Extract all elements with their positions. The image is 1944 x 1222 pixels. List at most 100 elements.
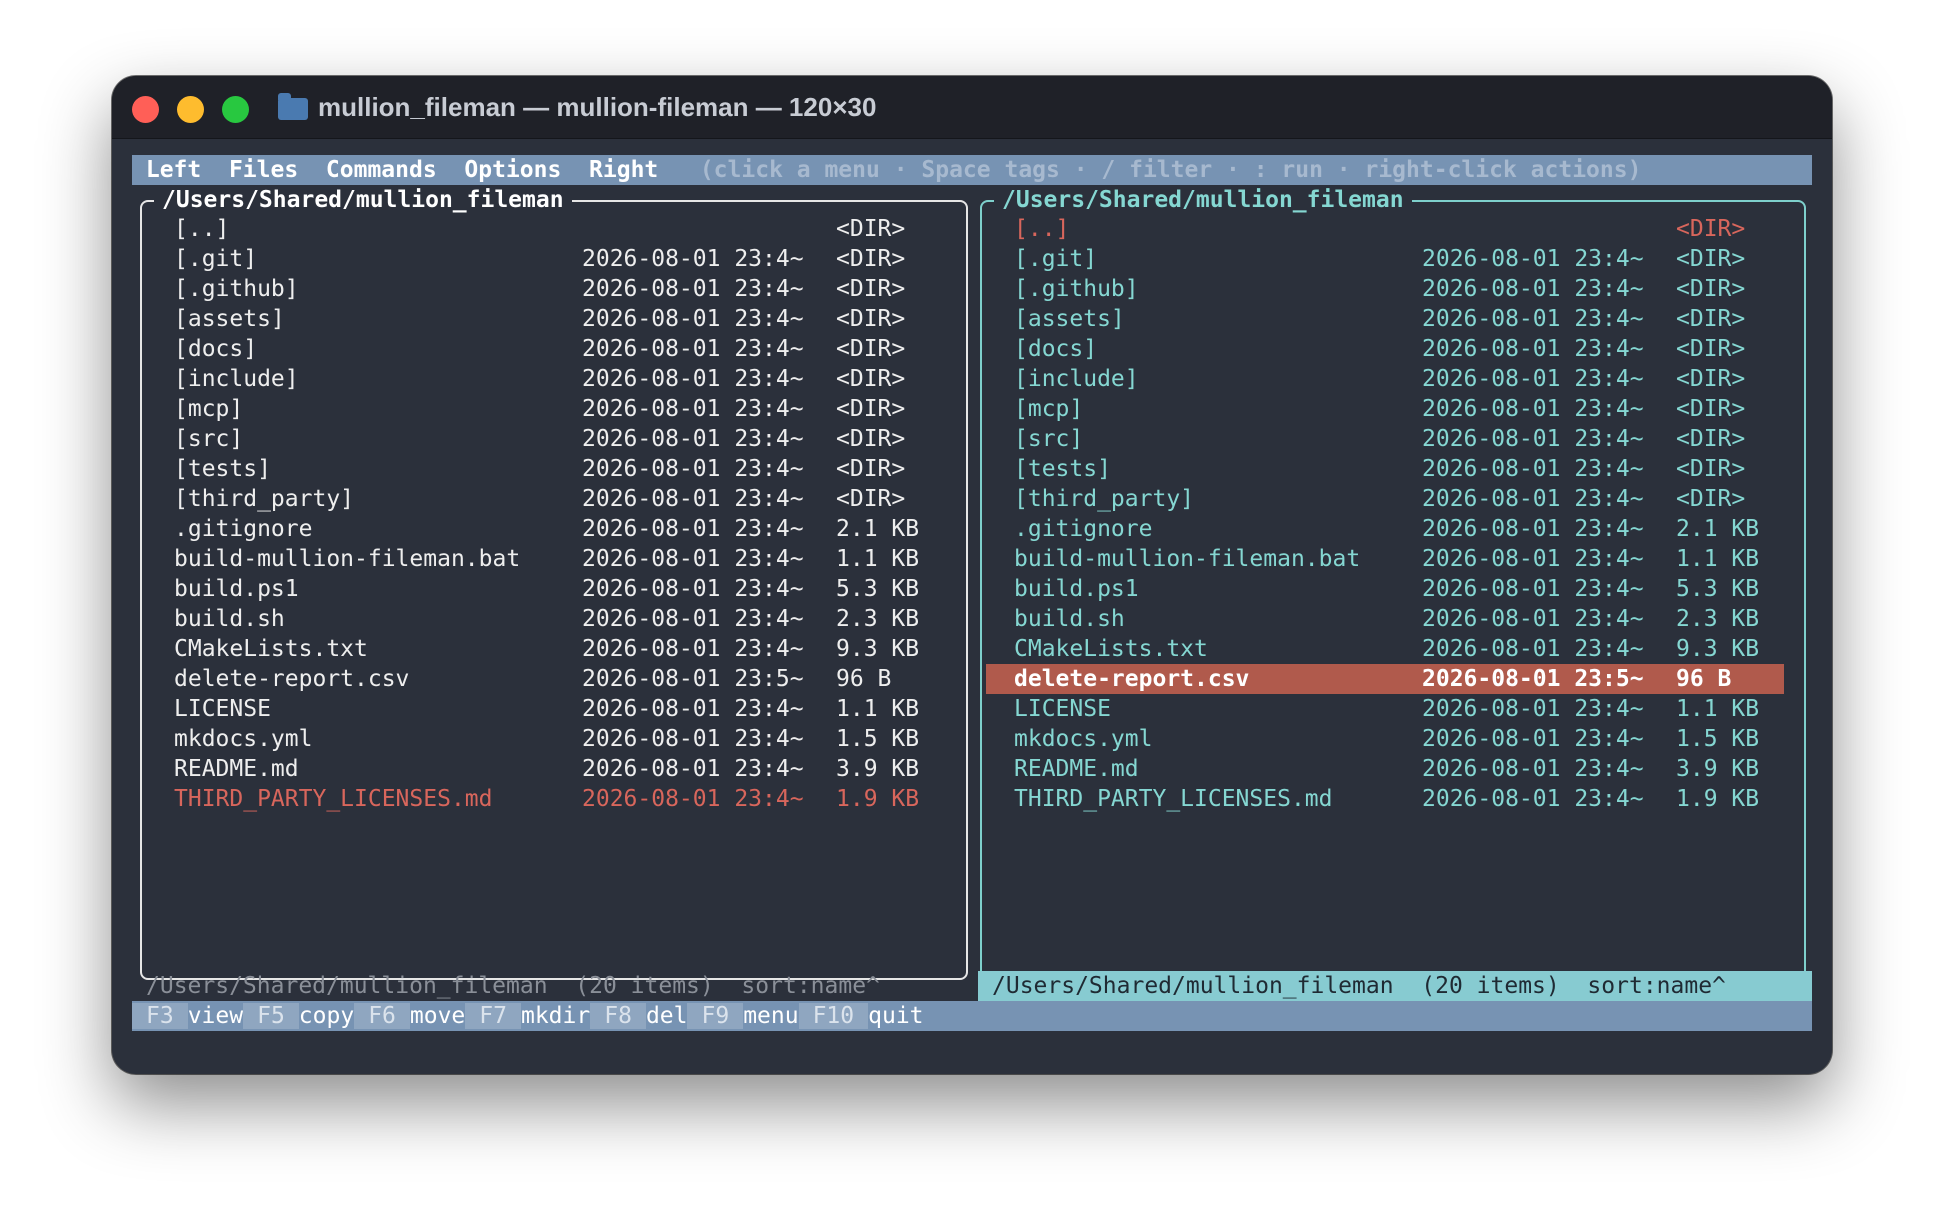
file-row[interactable]: [docs] 2026-08-01 23:4~ <DIR>: [142, 334, 966, 364]
minimize-button[interactable]: [177, 96, 204, 123]
file-row[interactable]: LICENSE 2026-08-01 23:4~ 1.1 KB: [142, 694, 966, 724]
file-size: <DIR>: [1676, 426, 1746, 452]
file-row[interactable]: .gitignore 2026-08-01 23:4~ 2.1 KB: [142, 514, 966, 544]
file-row[interactable]: README.md 2026-08-01 23:4~ 3.9 KB: [982, 754, 1804, 784]
file-date: 2026-08-01 23:4~: [582, 726, 804, 752]
file-row[interactable]: LICENSE 2026-08-01 23:4~ 1.1 KB: [982, 694, 1804, 724]
file-date: 2026-08-01 23:4~: [1422, 696, 1644, 722]
file-name: [mcp]: [174, 396, 244, 422]
file-date: 2026-08-01 23:4~: [582, 426, 804, 452]
file-size: <DIR>: [836, 276, 906, 302]
file-row[interactable]: [tests] 2026-08-01 23:4~ <DIR>: [142, 454, 966, 484]
close-button[interactable]: [132, 96, 159, 123]
file-row[interactable]: [docs] 2026-08-01 23:4~ <DIR>: [982, 334, 1804, 364]
file-row[interactable]: [assets] 2026-08-01 23:4~ <DIR>: [982, 304, 1804, 334]
file-row[interactable]: delete-report.csv 2026-08-01 23:5~ 96 B: [142, 664, 966, 694]
file-name: README.md: [174, 756, 299, 782]
file-name: .gitignore: [1014, 516, 1153, 542]
file-row[interactable]: [.git] 2026-08-01 23:4~ <DIR>: [982, 244, 1804, 274]
file-name: THIRD_PARTY_LICENSES.md: [174, 786, 493, 812]
file-row[interactable]: [assets] 2026-08-01 23:4~ <DIR>: [142, 304, 966, 334]
file-row[interactable]: README.md 2026-08-01 23:4~ 3.9 KB: [142, 754, 966, 784]
file-size: 1.9 KB: [1676, 786, 1760, 812]
file-row[interactable]: [third_party] 2026-08-01 23:4~ <DIR>: [982, 484, 1804, 514]
file-date: 2026-08-01 23:4~: [1422, 366, 1644, 392]
fkey-move-key[interactable]: F6: [354, 1003, 410, 1029]
fkey-mkdir-label[interactable]: mkdir: [521, 1003, 590, 1029]
zoom-button[interactable]: [222, 96, 249, 123]
file-row[interactable]: build-mullion-fileman.bat 2026-08-01 23:4…: [982, 544, 1804, 574]
fkey-menu-key[interactable]: F9: [687, 1003, 744, 1029]
fkey-view-label[interactable]: view: [188, 1003, 243, 1029]
file-size: <DIR>: [1676, 336, 1746, 362]
file-size: 96 B: [1676, 666, 1732, 692]
fkey-del-label[interactable]: del: [646, 1003, 688, 1029]
file-size: <DIR>: [836, 336, 906, 362]
file-row[interactable]: [..] <DIR>: [982, 214, 1804, 244]
menu-files[interactable]: Files: [229, 157, 298, 183]
file-size: 1.1 KB: [836, 546, 920, 572]
file-row[interactable]: [tests] 2026-08-01 23:4~ <DIR>: [982, 454, 1804, 484]
right-panel[interactable]: /Users/Shared/mullion_fileman [..] <DIR>[…: [980, 185, 1806, 980]
fkey-move-label[interactable]: move: [410, 1003, 465, 1029]
file-row[interactable]: [mcp] 2026-08-01 23:4~ <DIR>: [982, 394, 1804, 424]
file-row[interactable]: CMakeLists.txt 2026-08-01 23:4~ 9.3 KB: [982, 634, 1804, 664]
file-row[interactable]: build.sh 2026-08-01 23:4~ 2.3 KB: [142, 604, 966, 634]
file-name: [.github]: [1014, 276, 1139, 302]
fkey-quit-label[interactable]: quit: [868, 1003, 923, 1029]
file-row[interactable]: [include] 2026-08-01 23:4~ <DIR>: [142, 364, 966, 394]
file-name: [include]: [1014, 366, 1139, 392]
file-name: build-mullion-fileman.bat: [174, 546, 521, 572]
file-row[interactable]: THIRD_PARTY_LICENSES.md 2026-08-01 23:4~ 1…: [982, 784, 1804, 814]
file-name: mkdocs.yml: [174, 726, 313, 752]
file-row[interactable]: build.ps1 2026-08-01 23:4~ 5.3 KB: [982, 574, 1804, 604]
file-row[interactable]: [mcp] 2026-08-01 23:4~ <DIR>: [142, 394, 966, 424]
file-name: build.ps1: [1014, 576, 1139, 602]
file-row[interactable]: [.github] 2026-08-01 23:4~ <DIR>: [982, 274, 1804, 304]
file-row[interactable]: build.sh 2026-08-01 23:4~ 2.3 KB: [982, 604, 1804, 634]
title-bar: mullion_fileman — mullion-fileman — 120×…: [112, 76, 1832, 139]
menu-right[interactable]: Right: [589, 157, 658, 183]
file-row[interactable]: mkdocs.yml 2026-08-01 23:4~ 1.5 KB: [982, 724, 1804, 754]
file-date: 2026-08-01 23:4~: [1422, 426, 1644, 452]
file-row[interactable]: delete-report.csv 2026-08-01 23:5~ 96 B: [986, 664, 1784, 694]
file-row[interactable]: build.ps1 2026-08-01 23:4~ 5.3 KB: [142, 574, 966, 604]
file-size: 1.9 KB: [836, 786, 920, 812]
left-file-list[interactable]: [..] <DIR> [.git] 2026-08-01 23:4~ <DIR> [.gi…: [142, 214, 966, 814]
file-row[interactable]: [.github] 2026-08-01 23:4~ <DIR>: [142, 274, 966, 304]
file-size: 1.1 KB: [1676, 696, 1760, 722]
fkey-quit-key[interactable]: F10: [798, 1003, 869, 1029]
file-date: 2026-08-01 23:4~: [1422, 756, 1644, 782]
file-row[interactable]: [.git] 2026-08-01 23:4~ <DIR>: [142, 244, 966, 274]
file-row[interactable]: [include] 2026-08-01 23:4~ <DIR>: [982, 364, 1804, 394]
file-name: [tests]: [174, 456, 271, 482]
file-row[interactable]: [third_party] 2026-08-01 23:4~ <DIR>: [142, 484, 966, 514]
fkey-copy-key[interactable]: F5: [243, 1003, 299, 1029]
file-row[interactable]: THIRD_PARTY_LICENSES.md 2026-08-01 23:4~ 1…: [142, 784, 966, 814]
menu-options[interactable]: Options: [464, 157, 561, 183]
file-row[interactable]: [..] <DIR>: [142, 214, 966, 244]
fkey-mkdir-key[interactable]: F7: [465, 1003, 521, 1029]
file-date: 2026-08-01 23:4~: [1422, 786, 1644, 812]
left-panel[interactable]: /Users/Shared/mullion_fileman [..] <DIR>[…: [140, 185, 968, 980]
file-date: 2026-08-01 23:4~: [582, 756, 804, 782]
right-file-list[interactable]: [..] <DIR> [.git] 2026-08-01 23:4~ <DIR> [.gi…: [982, 214, 1804, 814]
fkey-copy-label[interactable]: copy: [299, 1003, 354, 1029]
file-row[interactable]: build-mullion-fileman.bat 2026-08-01 23:4…: [142, 544, 966, 574]
fkey-menu-label[interactable]: menu: [743, 1003, 798, 1029]
file-row[interactable]: .gitignore 2026-08-01 23:4~ 2.1 KB: [982, 514, 1804, 544]
left-panel-path: /Users/Shared/mullion_fileman: [154, 185, 572, 215]
menu-left[interactable]: Left: [146, 157, 201, 183]
file-row[interactable]: [src] 2026-08-01 23:4~ <DIR>: [982, 424, 1804, 454]
file-row[interactable]: mkdocs.yml 2026-08-01 23:4~ 1.5 KB: [142, 724, 966, 754]
file-row[interactable]: CMakeLists.txt 2026-08-01 23:4~ 9.3 KB: [142, 634, 966, 664]
file-date: 2026-08-01 23:4~: [582, 576, 804, 602]
menu-commands[interactable]: Commands: [326, 157, 437, 183]
file-name: [assets]: [1014, 306, 1125, 332]
fkey-view-key[interactable]: F3: [132, 1003, 188, 1029]
right-status-line: /Users/Shared/mullion_fileman (20 items)…: [978, 971, 1812, 1001]
file-row[interactable]: [src] 2026-08-01 23:4~ <DIR>: [142, 424, 966, 454]
file-name: [docs]: [1014, 336, 1098, 362]
fkey-del-key[interactable]: F8: [590, 1003, 646, 1029]
file-name: delete-report.csv: [174, 666, 410, 692]
